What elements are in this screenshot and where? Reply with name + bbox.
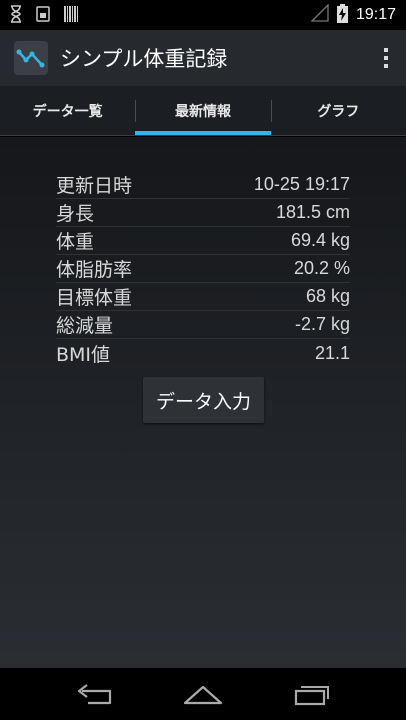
tab-data-list[interactable]: データ一覧: [0, 86, 135, 135]
back-icon[interactable]: [64, 674, 124, 714]
status-bar: 19:17: [0, 0, 406, 30]
sim-icon: [36, 5, 50, 25]
navigation-bar: [0, 668, 406, 720]
notification-icons: [10, 4, 78, 26]
tab-bar: データ一覧 最新情報 グラフ: [0, 86, 406, 136]
info-value: 10-25 19:17: [253, 174, 350, 194]
info-label: 体脂肪率: [56, 259, 133, 281]
info-row-weight: 体重 69.4 kg: [56, 227, 350, 255]
tab-latest-info[interactable]: 最新情報: [135, 86, 271, 135]
tab-graph[interactable]: グラフ: [270, 86, 406, 135]
status-time: 19:17: [355, 6, 396, 23]
info-row-target-weight: 目標体重 68 kg: [56, 283, 350, 311]
info-table: 更新日時 10-25 19:17 身長 181.5 cm 体重 69.4 kg …: [56, 171, 350, 367]
barcode-icon: [64, 5, 78, 26]
signal-icon: [310, 3, 329, 26]
info-label: 総減量: [56, 315, 114, 337]
home-icon[interactable]: [173, 674, 233, 714]
info-row-bmi: BMI値 21.1: [56, 339, 350, 367]
more-vert-icon[interactable]: [366, 30, 406, 86]
hourglass-icon: [10, 4, 22, 26]
info-value: 68 kg: [305, 286, 350, 306]
info-value: 69.4 kg: [290, 230, 350, 250]
info-row-total-loss: 総減量 -2.7 kg: [56, 311, 350, 339]
battery-charging-icon: [336, 3, 348, 27]
info-label: 体重: [56, 231, 95, 253]
info-row-updated: 更新日時 10-25 19:17: [56, 171, 350, 199]
info-label: 更新日時: [56, 175, 133, 197]
info-label: BMI値: [56, 343, 111, 366]
recent-apps-icon[interactable]: [282, 674, 342, 714]
info-label: 身長: [56, 203, 95, 225]
info-value: 20.2 %: [293, 258, 350, 278]
info-label: 目標体重: [56, 287, 133, 309]
data-input-button[interactable]: データ入力: [143, 377, 264, 423]
info-value: 181.5 cm: [275, 202, 350, 222]
app-title: シンプル体重記録: [60, 47, 228, 71]
info-value: -2.7 kg: [294, 314, 350, 334]
info-row-body-fat: 体脂肪率 20.2 %: [56, 255, 350, 283]
chart-line-icon[interactable]: [14, 41, 48, 75]
info-value: 21.1: [314, 342, 350, 363]
info-row-height: 身長 181.5 cm: [56, 199, 350, 227]
action-bar: シンプル体重記録: [0, 30, 406, 86]
content-area: 更新日時 10-25 19:17 身長 181.5 cm 体重 69.4 kg …: [0, 137, 406, 668]
